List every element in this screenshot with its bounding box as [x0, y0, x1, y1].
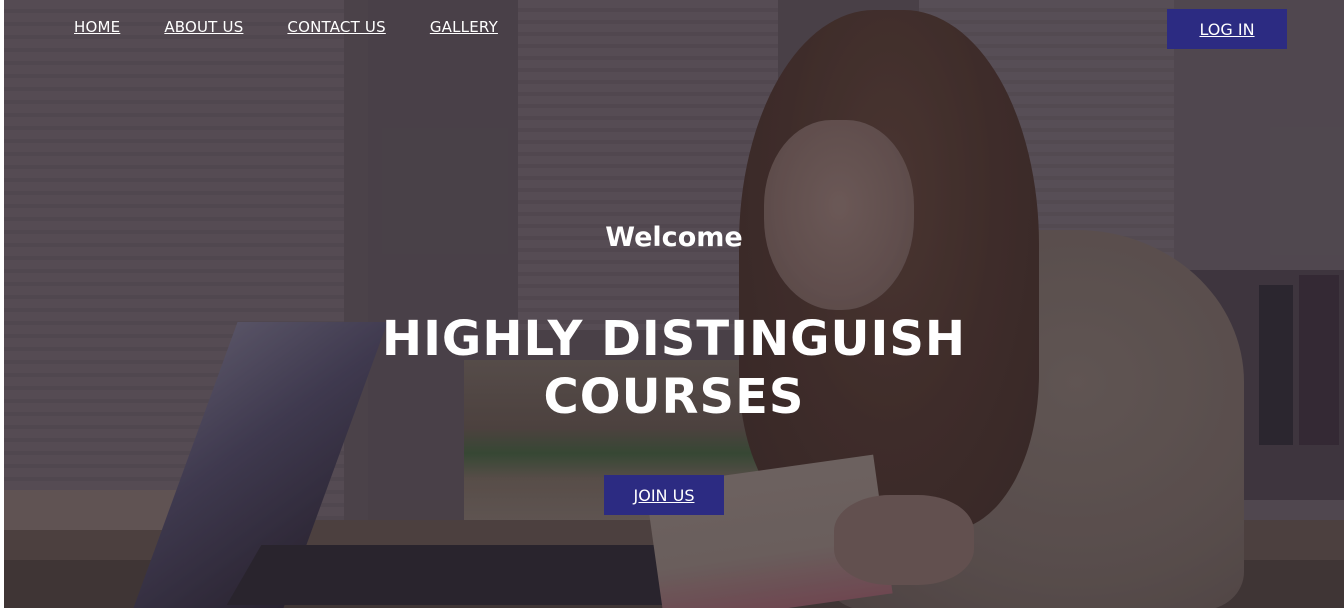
nav-link-gallery[interactable]: GALLERY — [430, 18, 498, 36]
hero-background-image — [4, 0, 1344, 608]
hero-headline: HIGHLY DISTINGUISH COURSES — [4, 310, 1344, 426]
hero-headline-line-1: HIGHLY DISTINGUISH — [381, 311, 967, 367]
dark-overlay — [4, 0, 1344, 608]
join-us-button[interactable]: JOIN US — [604, 475, 724, 515]
nav-link-contact-us[interactable]: CONTACT US — [287, 18, 385, 36]
welcome-text: Welcome — [605, 222, 743, 253]
hero-headline-line-2: COURSES — [543, 369, 805, 425]
login-button[interactable]: LOG IN — [1167, 9, 1287, 49]
hero-section: HOME ABOUT US CONTACT US GALLERY LOG IN … — [4, 0, 1344, 608]
nav-link-about-us[interactable]: ABOUT US — [164, 18, 243, 36]
nav-link-home[interactable]: HOME — [74, 18, 120, 36]
main-navigation: HOME ABOUT US CONTACT US GALLERY — [74, 18, 498, 36]
